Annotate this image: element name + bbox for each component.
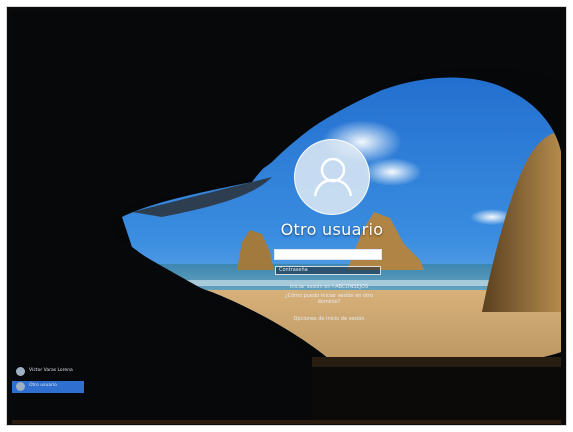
username-label: Otro usuario bbox=[280, 220, 384, 239]
user-avatar-small-icon bbox=[16, 382, 25, 391]
desk-edge bbox=[12, 420, 561, 424]
user-item-1[interactable]: Víctor Varas Lorena bbox=[12, 366, 84, 378]
password-placeholder: Contraseña bbox=[279, 267, 308, 273]
user-avatar bbox=[294, 139, 370, 215]
user-item-2[interactable]: Otro usuario bbox=[12, 381, 84, 393]
user-avatar-small-icon bbox=[16, 367, 25, 376]
other-domain-help-link[interactable]: ¿Cómo puedo iniciar sesión en otro domin… bbox=[274, 293, 384, 305]
user-name: Otro usuario bbox=[29, 383, 57, 388]
photo-frame: Otro usuario Contraseña Iniciar sesión e… bbox=[0, 0, 573, 432]
user-avatar-icon bbox=[313, 157, 353, 197]
signin-options-link[interactable]: Opciones de inicio de sesión bbox=[274, 316, 384, 322]
password-input[interactable]: Contraseña bbox=[275, 266, 381, 275]
lock-screen: Otro usuario Contraseña Iniciar sesión e… bbox=[12, 12, 561, 424]
user-name: Víctor Varas Lorena bbox=[29, 368, 73, 373]
wallpaper bbox=[12, 12, 561, 424]
signin-domain-link[interactable]: Iniciar sesión en I-ABCONSEJOS bbox=[274, 284, 384, 290]
password-field-top[interactable] bbox=[274, 249, 382, 260]
